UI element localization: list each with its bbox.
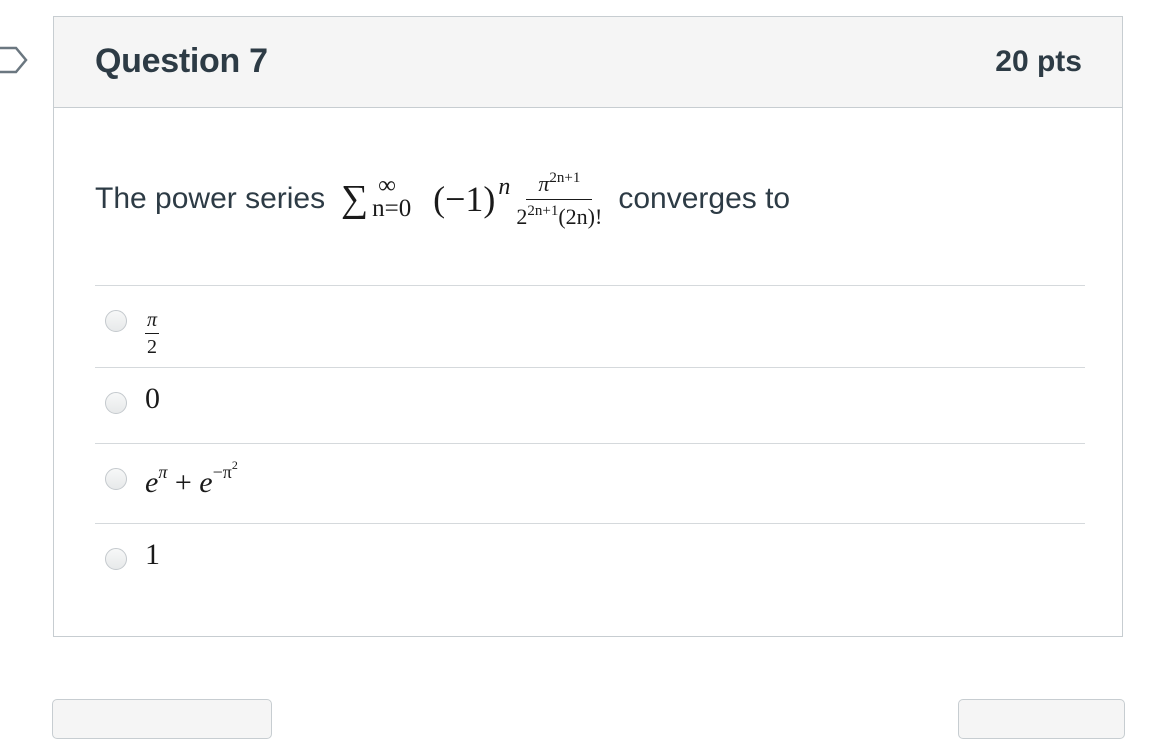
- summation: ∑ ∞ n=0: [341, 169, 433, 229]
- answer-option[interactable]: π 2: [95, 285, 1085, 367]
- answer-negative-pi-exponent: −π: [212, 462, 232, 482]
- denominator-factorial: (2n)!: [558, 203, 603, 229]
- next-button[interactable]: [958, 699, 1125, 739]
- radio-button[interactable]: [105, 468, 127, 490]
- answer-square-exponent: 2: [231, 458, 238, 472]
- answer-option[interactable]: eπ + e−π2: [95, 443, 1085, 523]
- radio-button[interactable]: [105, 548, 127, 570]
- answer-label: 1: [145, 538, 160, 571]
- answer-fraction-denominator: 2: [147, 336, 158, 358]
- flag-question-icon[interactable]: [0, 45, 34, 75]
- radio-button[interactable]: [105, 392, 127, 414]
- question-card: Question 7 20 pts The power series ∑ ∞ n…: [53, 16, 1123, 637]
- numerator-exponent: 2n+1: [549, 169, 581, 186]
- answer-fraction: π 2: [145, 310, 160, 358]
- sum-symbol: ∑: [341, 178, 369, 220]
- answer-option[interactable]: 1: [95, 523, 1085, 603]
- sign-base: (−1): [433, 179, 496, 219]
- series-formula: ∑ ∞ n=0 (−1) n π2n+1 22n+1(2n)!: [341, 169, 602, 229]
- sign-exponent: n: [498, 173, 511, 200]
- answer-plus: +: [174, 466, 192, 499]
- previous-button[interactable]: [52, 699, 272, 739]
- question-title: Question 7: [95, 42, 268, 80]
- denominator-base: 2: [516, 203, 528, 229]
- question-text: The power series ∑ ∞ n=0 (−1) n π2n+1 22…: [95, 169, 790, 229]
- answer-e-term: e: [145, 466, 159, 499]
- fraction-denominator: 22n+1(2n)!: [516, 200, 602, 228]
- question-header: Question 7 20 pts: [54, 17, 1122, 108]
- answer-label: π 2: [145, 300, 160, 358]
- answer-list: π 2 0 eπ + e−π2 1: [95, 285, 1085, 603]
- answer-option[interactable]: 0: [95, 367, 1085, 443]
- radio-button[interactable]: [105, 310, 127, 332]
- sum-lower-limit: n=0: [372, 195, 412, 222]
- series-fraction: π2n+1 22n+1(2n)!: [516, 169, 602, 228]
- denominator-exponent: 2n+1: [527, 202, 559, 219]
- fraction-numerator: π2n+1: [526, 169, 593, 200]
- answer-label: eπ + e−π2: [145, 458, 238, 500]
- answer-pi-exponent: π: [158, 462, 168, 482]
- question-text-before: The power series: [95, 182, 326, 215]
- answer-fraction-numerator: π: [145, 310, 160, 334]
- numerator-base: π: [538, 170, 550, 196]
- question-text-after: converges to: [618, 182, 791, 215]
- answer-e-term: e: [199, 466, 213, 499]
- answer-label: 0: [145, 382, 160, 415]
- question-points: 20 pts: [995, 45, 1082, 78]
